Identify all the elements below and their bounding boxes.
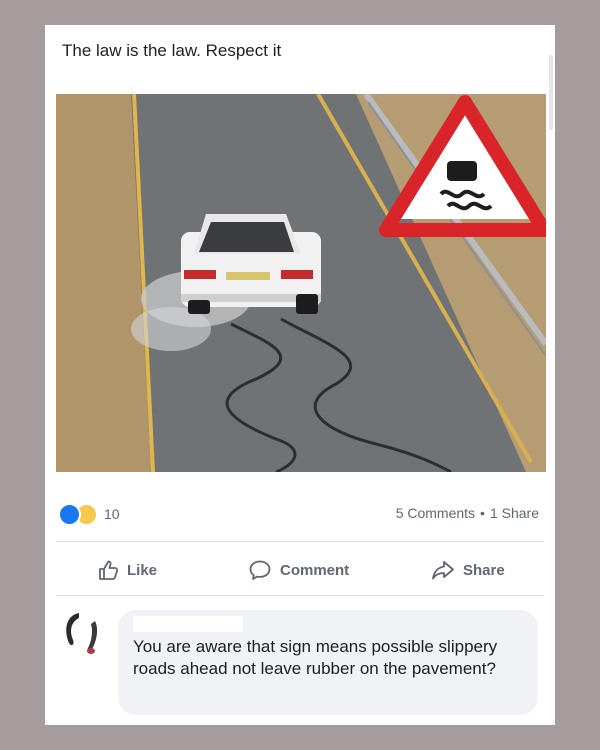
comment-text: You are aware that sign means possible s… — [133, 637, 498, 678]
commenter-avatar[interactable] — [57, 607, 107, 657]
like-label: Like — [127, 561, 158, 579]
comments-count-link[interactable]: 5 Comments — [396, 505, 475, 521]
comment-label: Comment — [280, 561, 350, 579]
scrollbar[interactable] — [549, 55, 553, 130]
reactions-summary[interactable]: 10 — [58, 502, 120, 526]
avatar-image — [57, 607, 107, 657]
comment-icon — [249, 560, 271, 580]
post-text: The law is the law. Respect it — [62, 41, 282, 60]
post-actions: Like Comment Share — [45, 555, 555, 585]
post-stats: 5 Comments • 1 Share — [396, 505, 539, 521]
reaction-count: 10 — [104, 506, 120, 522]
commenter-name-redacted[interactable] — [133, 616, 243, 632]
share-icon — [432, 561, 454, 580]
post-card: The law is the law. Respect it 10 5 Comm… — [45, 25, 555, 725]
thumbs-up-icon — [99, 560, 119, 580]
like-button[interactable]: Like — [97, 555, 157, 585]
share-label: Share — [463, 561, 505, 579]
comment-bubble: You are aware that sign means possible s… — [118, 610, 538, 715]
share-button[interactable]: Share — [431, 555, 505, 585]
divider — [57, 541, 543, 542]
comment-button[interactable]: Comment — [248, 555, 349, 585]
road-photo-illustration — [56, 94, 546, 472]
shares-count-link[interactable]: 1 Share — [490, 505, 539, 521]
like-icon — [58, 502, 81, 526]
divider — [57, 595, 543, 596]
stats-separator: • — [480, 505, 485, 521]
post-photo[interactable] — [56, 94, 546, 472]
